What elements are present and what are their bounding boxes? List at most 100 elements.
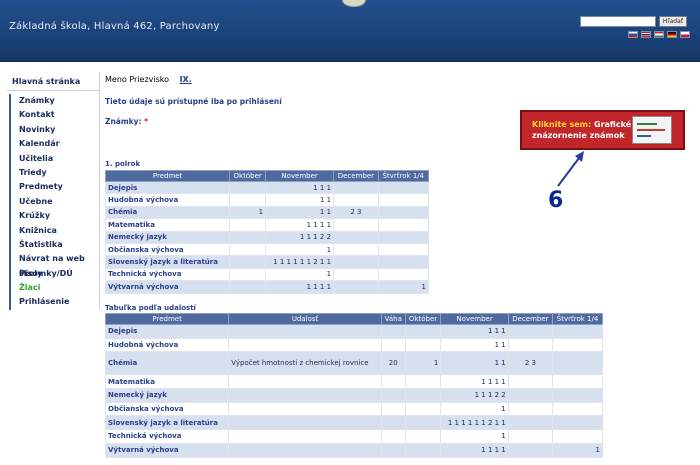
table-cell <box>333 267 379 282</box>
table-cell: 1 <box>265 267 335 282</box>
table-cell <box>377 230 430 244</box>
table-cell <box>380 337 406 353</box>
subject-cell: Hudobná výchova <box>104 193 231 207</box>
table-cell <box>377 180 430 195</box>
table-cell: 1 1 1 1 1 1 2 1 1 <box>440 415 509 431</box>
column-header: Predmet <box>104 170 231 182</box>
graph-button[interactable]: Kliknite sem: Grafické znázornenie známo… <box>520 110 685 150</box>
table-cell <box>404 429 442 444</box>
flag-pl-icon[interactable] <box>680 31 690 38</box>
column-header: Predmet <box>104 313 230 325</box>
flag-sk-icon[interactable] <box>628 31 638 38</box>
sidebar-item[interactable]: Krúžky <box>9 209 99 224</box>
sidebar-item[interactable]: Knižnica <box>9 223 99 238</box>
table-row: Chémia 1 1 12 3 <box>104 205 430 220</box>
table-cell <box>228 337 382 353</box>
table-cell <box>333 180 379 195</box>
sidebar-item[interactable]: Novinky <box>9 122 99 138</box>
table-cell <box>404 337 442 353</box>
table-cell: 1 <box>552 442 603 458</box>
sidebar-item[interactable]: Učebne <box>9 194 99 210</box>
table-cell <box>404 401 442 417</box>
sidebar-item[interactable]: Kontakt <box>9 108 99 123</box>
table-cell <box>333 280 379 294</box>
sidebar-item[interactable]: Návrat na web školy <box>9 252 99 278</box>
table-row: Matematika 1 1 1 1 <box>104 218 430 232</box>
table-cell <box>380 388 406 403</box>
chart-thumbnail-icon <box>632 116 672 144</box>
table-cell <box>229 267 267 282</box>
table-cell <box>229 242 267 257</box>
sidebar-item[interactable]: Prihlásenie <box>9 295 99 310</box>
table-cell: 1 1 1 1 <box>440 374 509 390</box>
table-cell <box>552 351 603 376</box>
table-cell: 1 <box>229 205 267 220</box>
graph-button-line2: znázornenie známok <box>532 131 625 140</box>
sidebar-item[interactable]: Písomky/DÚ <box>9 266 99 282</box>
table-cell <box>333 230 379 244</box>
graph-button-line1: Grafické <box>594 120 632 129</box>
column-header: December <box>507 313 554 325</box>
table-cell: 1 1 1 <box>265 180 335 195</box>
table-cell <box>228 415 382 431</box>
sidebar-item[interactable]: Učitelia <box>9 151 99 166</box>
sidebar-item[interactable]: Žiaci <box>9 281 99 296</box>
column-header: Október <box>229 170 267 182</box>
search-input[interactable] <box>580 16 656 27</box>
subject-cell: Technická výchova <box>104 267 231 282</box>
table-cell <box>377 242 430 257</box>
column-header: Váha <box>380 313 406 325</box>
column-header: Štvrťrok 1/4 <box>377 170 430 182</box>
events-table: Predmet Udalosť Váha Október November Decembe… <box>104 313 603 458</box>
table-cell: 1 <box>265 242 335 257</box>
table-cell <box>404 415 442 431</box>
flag-hu-icon[interactable] <box>654 31 664 38</box>
table-cell <box>377 218 430 232</box>
table-row: Hudobná výchova 1 1 <box>104 193 430 207</box>
sidebar-title[interactable]: Hlavná stránka <box>7 72 99 91</box>
graph-button-highlight: Kliknite sem: <box>532 120 592 129</box>
table-cell <box>377 205 430 220</box>
flag-en-icon[interactable] <box>641 31 651 38</box>
table-cell <box>404 324 442 339</box>
table-cell: 1 <box>440 429 509 444</box>
sidebar-item[interactable]: Kalendár <box>9 137 99 152</box>
grades-star: * <box>144 117 149 126</box>
flag-de-icon[interactable] <box>667 31 677 38</box>
column-header: Udalosť <box>228 313 382 325</box>
subject-cell: Matematika <box>104 374 230 390</box>
subject-cell: Výtvarná výchova <box>104 280 231 294</box>
table-row: Nemecký jazyk 1 1 1 2 2 <box>104 388 603 403</box>
table-cell <box>507 415 554 431</box>
search-button[interactable]: Hľadať <box>659 16 687 27</box>
subject-cell: Občianska výchova <box>104 242 231 257</box>
table-cell <box>229 180 267 195</box>
subject-cell: Chémia <box>104 205 231 220</box>
sidebar-item[interactable]: Triedy <box>9 165 99 181</box>
grades-label: Známky: * <box>105 117 148 126</box>
subject-cell: Občianska výchova <box>104 401 230 417</box>
sidebar-item[interactable]: Štatistika <box>9 237 99 253</box>
table-row: Nemecký jazyk 1 1 1 2 2 <box>104 230 430 244</box>
table-cell: 1 1 1 <box>440 324 509 339</box>
table-cell: 1 1 1 1 <box>265 218 335 232</box>
sidebar-menu: Známky Kontakt Novinky Kalendár Učitelia Trie… <box>7 91 99 310</box>
table-cell <box>229 218 267 232</box>
table-row: Dejepis 1 1 1 <box>104 324 603 339</box>
annotation-arrow-icon <box>557 151 584 187</box>
table-cell <box>380 374 406 390</box>
table-cell <box>552 388 603 403</box>
subject-cell: Dejepis <box>104 180 231 195</box>
user-class-link[interactable]: IX. <box>180 75 192 84</box>
sidebar-item[interactable]: Predmety <box>9 180 99 195</box>
table-row: Chémia Výpočet hmotnosti z chemickej rovn… <box>104 351 603 376</box>
sidebar-item[interactable]: Známky <box>9 94 99 109</box>
subject-cell: Výtvarná výchova <box>104 442 230 458</box>
subject-cell: Slovenský jazyk a literatúra <box>104 255 231 269</box>
table-cell <box>507 388 554 403</box>
table-cell: 2 3 <box>507 351 554 376</box>
subject-cell: Dejepis <box>104 324 230 339</box>
table-cell <box>229 230 267 244</box>
table-cell <box>404 442 442 458</box>
table-cell <box>380 324 406 339</box>
